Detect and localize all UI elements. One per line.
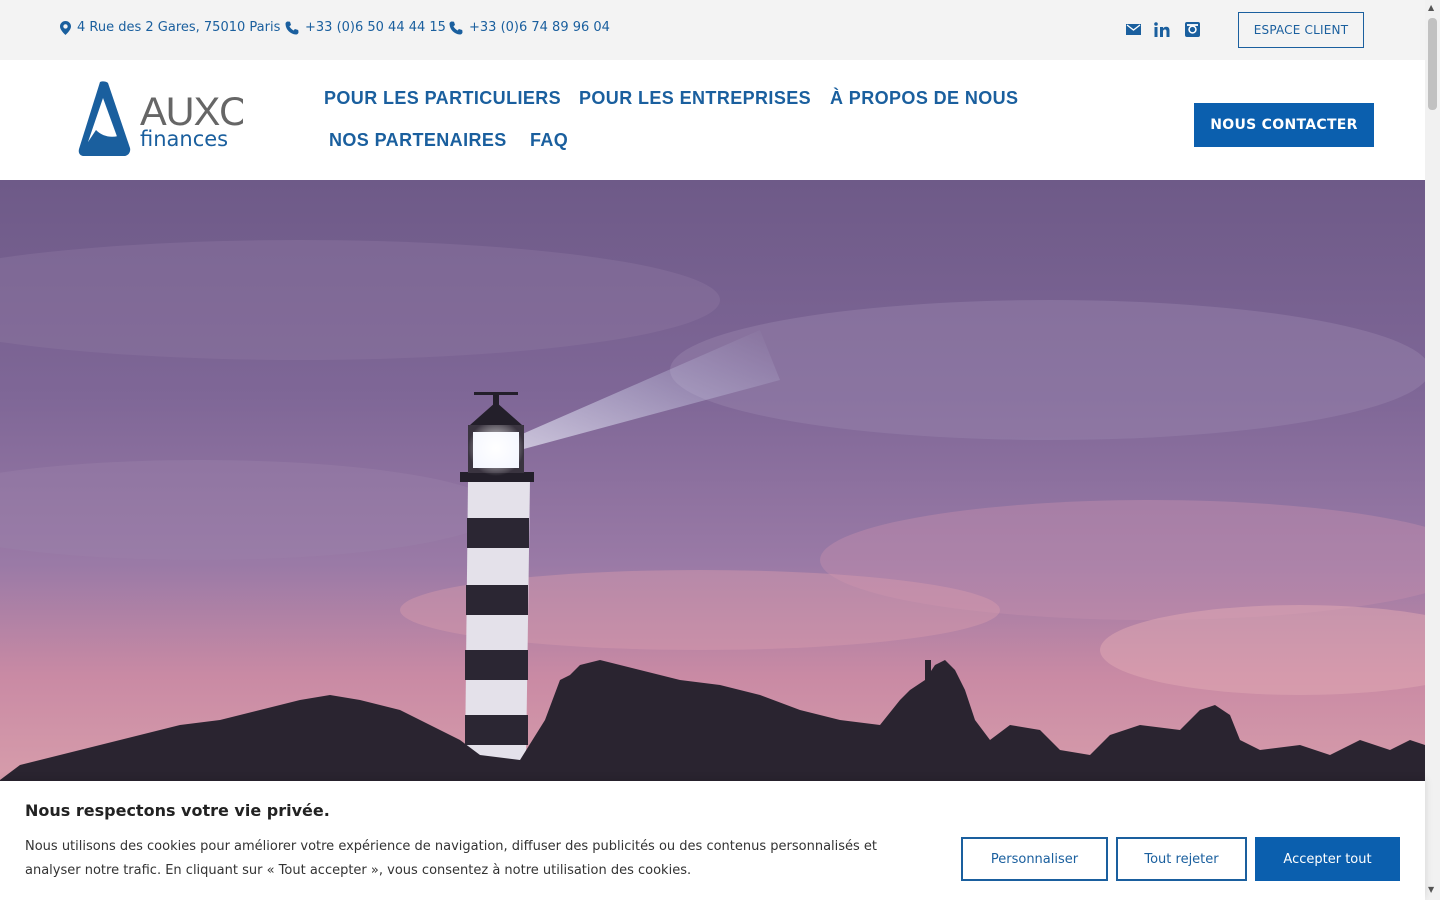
cookie-text: Nous utilisons des cookies pour améliore… <box>25 839 878 878</box>
lighthouse-sunset-illustration <box>0 180 1425 800</box>
logo-mark: AUXO finances <box>78 81 250 156</box>
nav-entreprises[interactable]: POUR LES ENTREPRISES <box>579 88 811 109</box>
linkedin-link[interactable] <box>1153 20 1171 38</box>
nav-faq[interactable]: FAQ <box>530 130 568 151</box>
phone-2[interactable]: +33 (0)6 74 89 96 04 <box>449 20 610 35</box>
phone-2-text: +33 (0)6 74 89 96 04 <box>469 20 610 35</box>
nous-contacter-button[interactable]: NOUS CONTACTER <box>1194 103 1374 147</box>
instagram-icon <box>1184 21 1200 37</box>
scroll-up-arrow-icon[interactable]: ▲ <box>1428 3 1434 12</box>
email-icon <box>1125 23 1141 35</box>
address: 4 Rue des 2 Gares, 75010 Paris <box>60 20 280 35</box>
cookie-accept-button[interactable]: Accepter tout <box>1255 837 1400 881</box>
logo-word-finances: finances <box>140 127 228 151</box>
email-link[interactable] <box>1124 20 1142 38</box>
nav-particuliers[interactable]: POUR LES PARTICULIERS <box>324 88 561 109</box>
phone-icon <box>285 21 299 34</box>
scroll-thumb[interactable] <box>1428 18 1437 110</box>
top-bar: 4 Rue des 2 Gares, 75010 Paris +33 (0)6 … <box>0 0 1425 60</box>
address-text: 4 Rue des 2 Gares, 75010 Paris <box>77 20 281 35</box>
cookie-banner: Nous respectons votre vie privée. Nous u… <box>0 781 1425 900</box>
espace-client-button[interactable]: ESPACE CLIENT <box>1238 12 1364 48</box>
cookie-title: Nous respectons votre vie privée. <box>25 801 330 820</box>
nav-a-propos[interactable]: À PROPOS DE NOUS <box>830 88 1018 109</box>
phone-1-text: +33 (0)6 50 44 44 15 <box>305 20 446 35</box>
scroll-down-arrow-icon[interactable]: ▼ <box>1428 885 1434 894</box>
main-header: AUXO finances POUR LES PARTICULIERS POUR… <box>0 60 1425 180</box>
instagram-link[interactable] <box>1183 20 1201 38</box>
location-icon <box>60 20 71 35</box>
cookie-reject-button[interactable]: Tout rejeter <box>1116 837 1247 881</box>
nav-partenaires[interactable]: NOS PARTENAIRES <box>329 130 507 151</box>
logo[interactable]: AUXO finances <box>78 80 250 164</box>
linkedin-icon <box>1154 21 1170 37</box>
page-scrollbar[interactable]: ▲ ▼ <box>1425 0 1440 900</box>
phone-1[interactable]: +33 (0)6 50 44 44 15 <box>285 20 446 35</box>
cookie-customize-button[interactable]: Personnaliser <box>961 837 1108 881</box>
phone-icon <box>449 21 463 34</box>
hero-image <box>0 180 1425 800</box>
